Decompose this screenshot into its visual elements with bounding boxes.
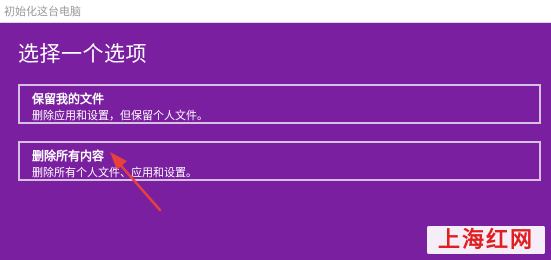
watermark-text: 上海红网: [437, 227, 534, 253]
window-title: 初始化这台电脑: [4, 5, 81, 18]
remove-everything-option[interactable]: 删除所有内容 删除所有个人文件、应用和设置。: [18, 141, 541, 181]
option-description: 删除所有个人文件、应用和设置。: [32, 166, 197, 179]
dialog-heading: 选择一个选项: [18, 42, 147, 66]
site-watermark-logo: 上海红网: [427, 226, 545, 254]
option-title: 删除所有内容: [32, 149, 105, 163]
window-titlebar: 初始化这台电脑: [0, 0, 551, 23]
option-title: 保留我的文件: [32, 92, 105, 106]
option-description: 删除应用和设置，但保留个人文件。: [32, 109, 208, 122]
keep-my-files-option[interactable]: 保留我的文件 删除应用和设置，但保留个人文件。: [18, 84, 541, 124]
